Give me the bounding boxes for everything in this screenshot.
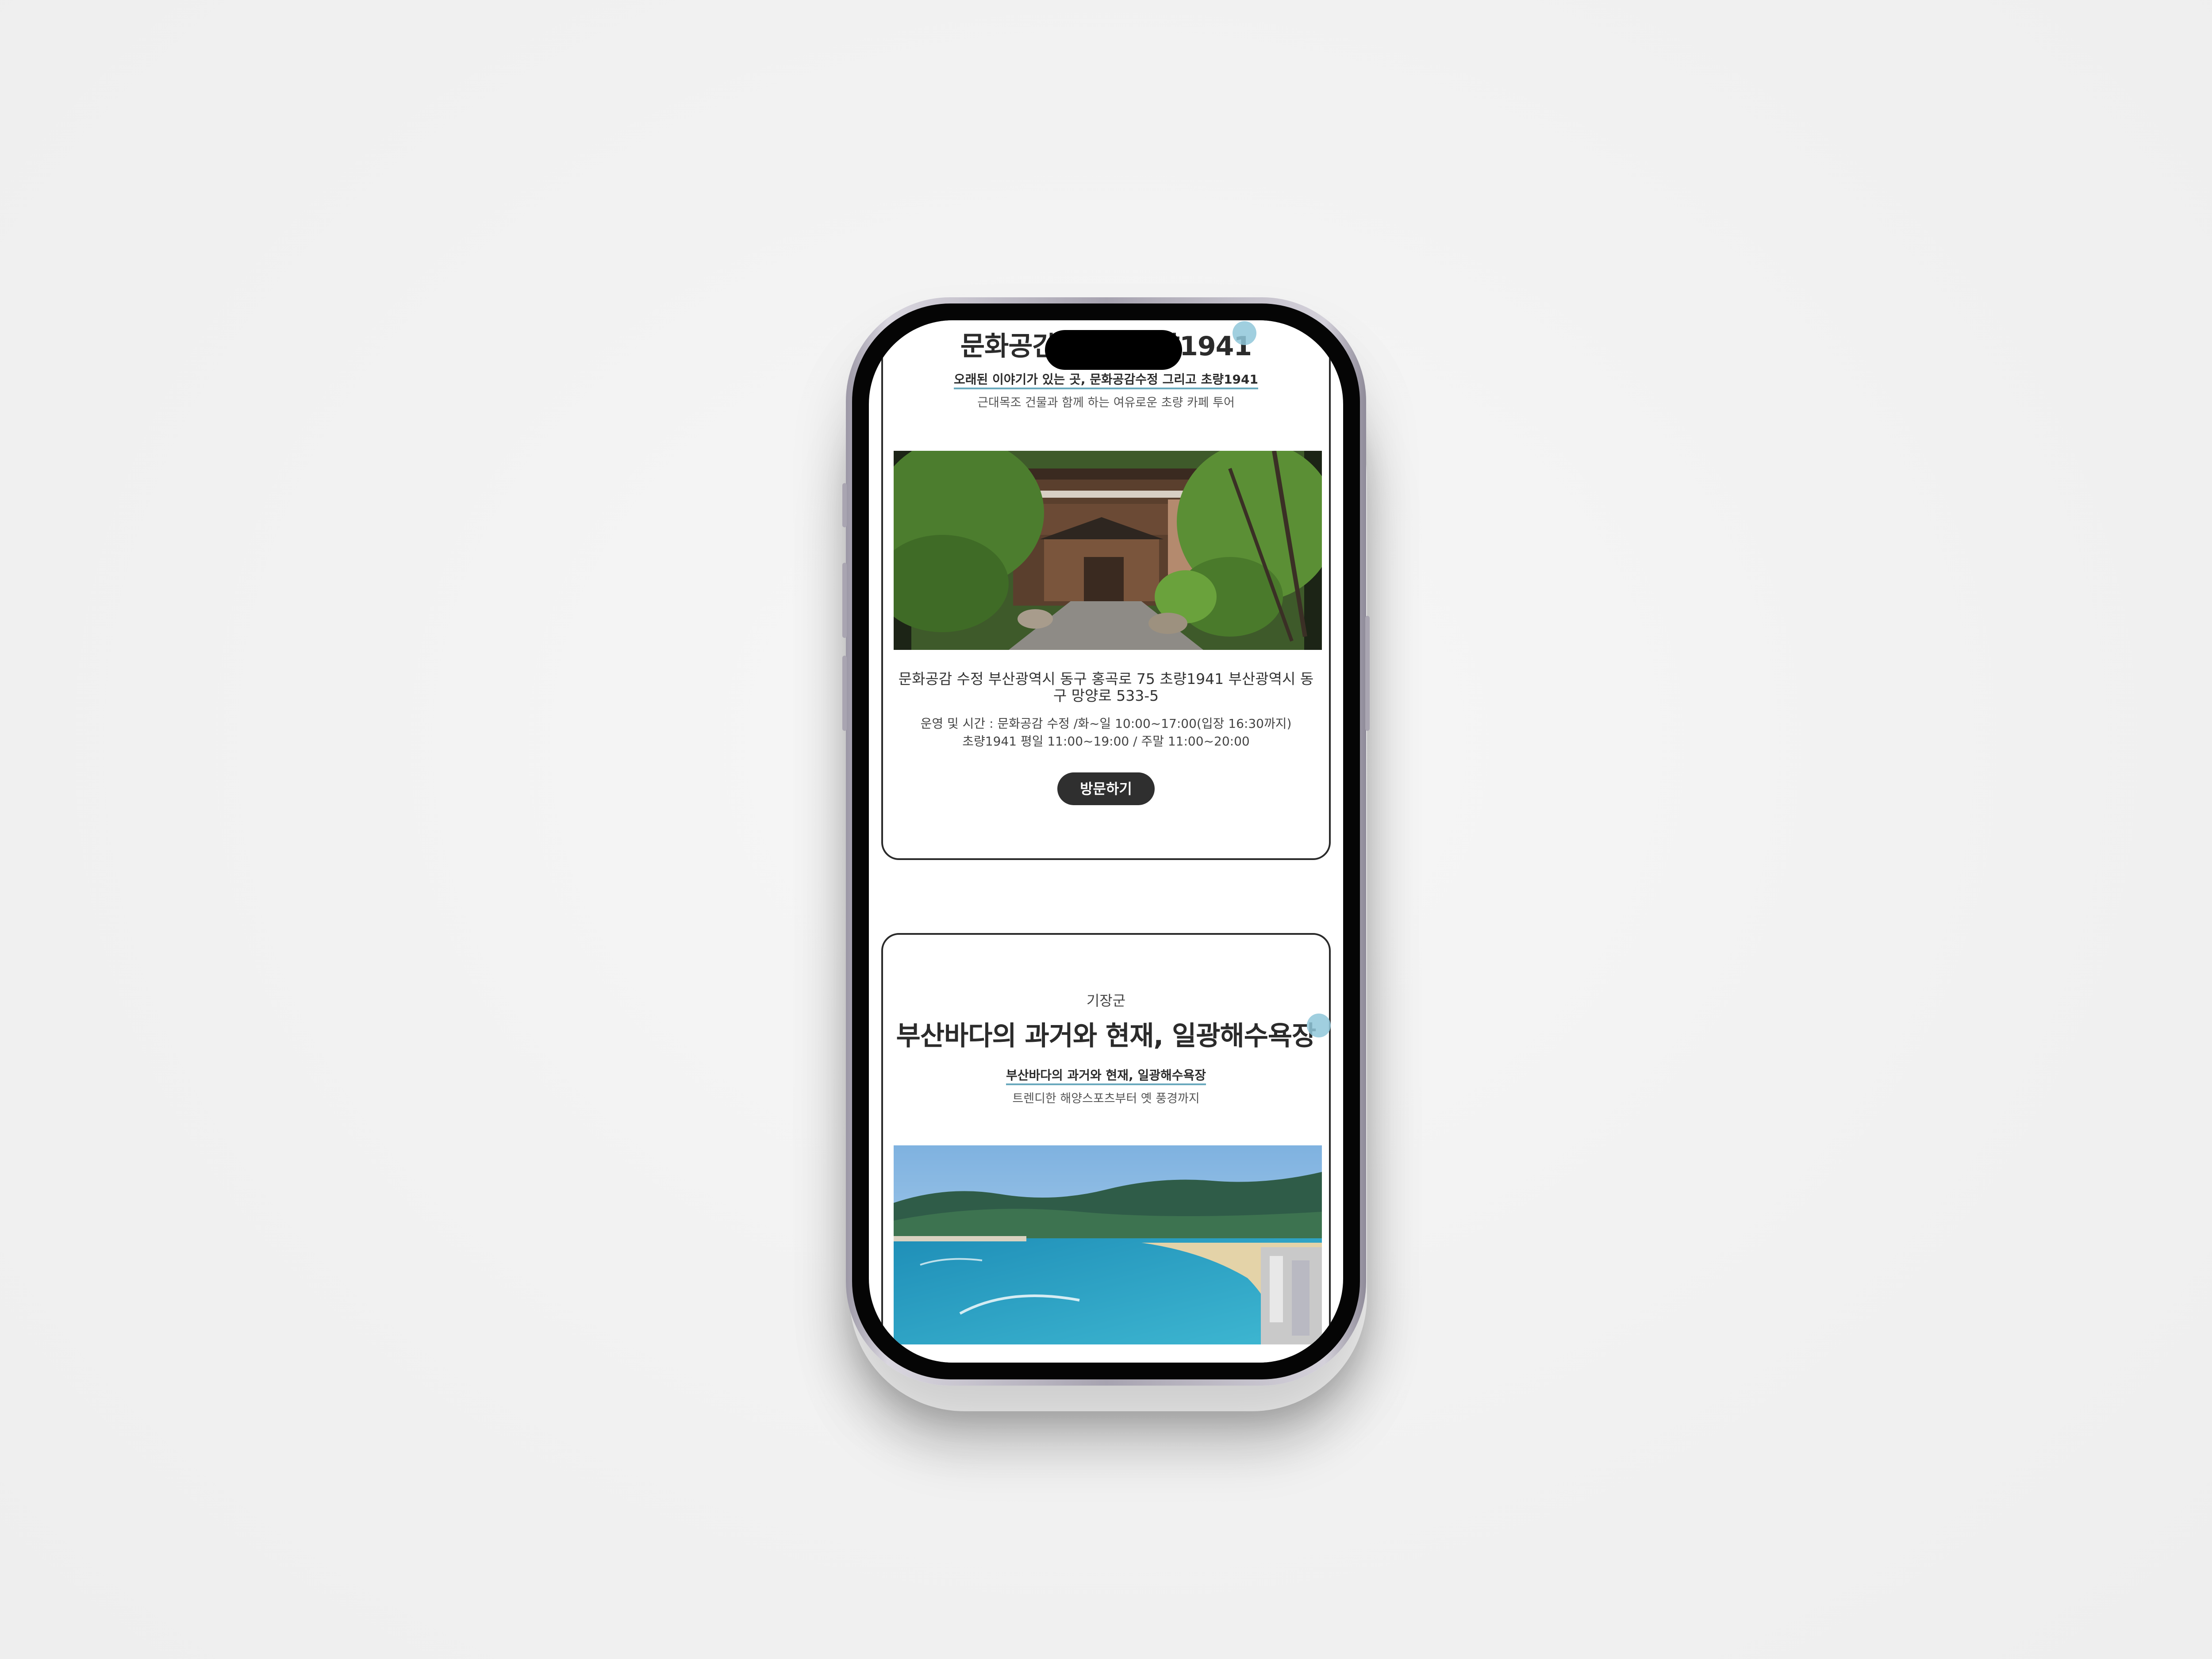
tour-card-ilgwang: 기장군 부산바다의 과거와 현재, 일광해수욕장 부산바다의 과거와 현재, 일…	[881, 933, 1331, 1363]
accent-dot	[1307, 1014, 1331, 1037]
phone-frame: 문화공간 수정, 초량1941 오래된 이야기가 있는 곳, 문화공감수정 그리…	[842, 297, 1370, 1386]
card-hours-line2: 초량1941 평일 11:00~19:00 / 주말 11:00~20:00	[962, 734, 1250, 749]
accent-dot	[1233, 321, 1256, 345]
card-subtitle-wrap: 오래된 이야기가 있는 곳, 문화공감수정 그리고 초량1941	[883, 370, 1329, 389]
card-description: 근대목조 건물과 함께 하는 여유로운 초량 카페 투어	[977, 396, 1235, 410]
ilgwang-photo	[894, 1145, 1322, 1344]
card-title-wrap: 부산바다의 과거와 현재, 일광해수욕장	[883, 1014, 1329, 1053]
beach-image	[894, 1145, 1322, 1344]
card-region: 기장군	[1086, 992, 1126, 1009]
card-subtitle-wrap: 부산바다의 과거와 현재, 일광해수욕장	[883, 1066, 1329, 1085]
power-button	[1365, 616, 1370, 731]
card-description: 트렌디한 해양스포츠부터 옛 풍경까지	[1012, 1092, 1200, 1106]
card-title: 부산바다의 과거와 현재, 일광해수욕장	[896, 1021, 1317, 1052]
card-subtitle-link[interactable]: 오래된 이야기가 있는 곳, 문화공감수정 그리고 초량1941	[953, 372, 1259, 389]
action-button	[842, 483, 847, 527]
phone-screen[interactable]: 문화공간 수정, 초량1941 오래된 이야기가 있는 곳, 문화공감수정 그리…	[869, 320, 1343, 1363]
choryang-photo	[894, 451, 1322, 650]
card-subtitle-link[interactable]: 부산바다의 과거와 현재, 일광해수욕장	[1006, 1068, 1206, 1085]
volume-up-button	[842, 563, 847, 638]
tour-card-choryang: 문화공간 수정, 초량1941 오래된 이야기가 있는 곳, 문화공감수정 그리…	[881, 320, 1331, 860]
visit-button[interactable]: 방문하기	[1057, 772, 1155, 805]
card-address: 문화공감 수정 부산광역시 동구 홍곡로 75 초량1941 부산광역시 동구 …	[898, 670, 1314, 704]
wooden-house-image	[894, 451, 1322, 650]
card-hours-line1: 운영 및 시간 : 문화공감 수정 /화~일 10:00~17:00(입장 16…	[920, 716, 1292, 731]
dynamic-island	[1045, 330, 1182, 370]
volume-down-button	[842, 656, 847, 731]
